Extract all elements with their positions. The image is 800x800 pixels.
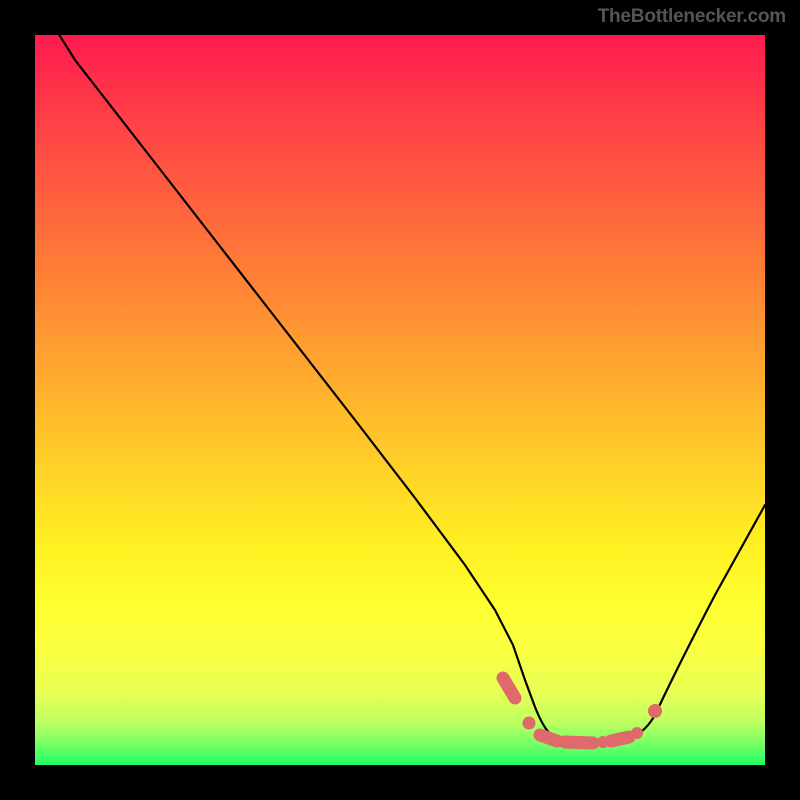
- plot-area: [35, 35, 765, 765]
- curve-path: [50, 35, 765, 743]
- bottleneck-curve: [35, 35, 765, 765]
- flat-region-markers: [503, 678, 662, 748]
- watermark-text: TheBottlenecker.com: [598, 6, 786, 28]
